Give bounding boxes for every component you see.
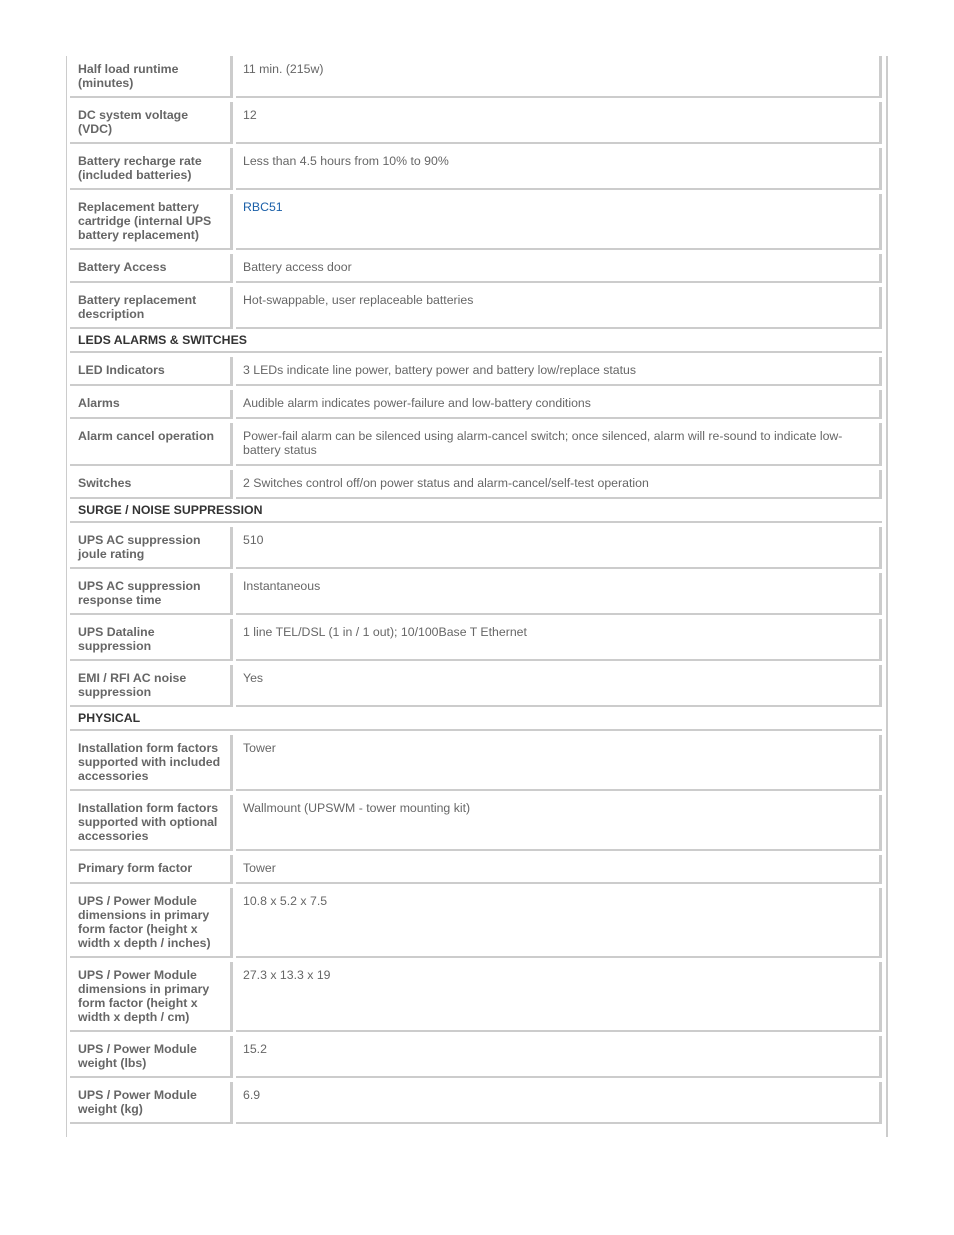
table-row: Installation form factors supported with…	[70, 735, 882, 791]
spec-label: Replacement battery cartridge (internal …	[70, 194, 233, 250]
spec-label: UPS / Power Module dimensions in primary…	[70, 962, 233, 1032]
table-row: DC system voltage (VDC) 12	[70, 102, 882, 144]
spec-label: UPS Dataline suppression	[70, 619, 233, 661]
section-heading: LEDS ALARMS & SWITCHES	[70, 332, 882, 353]
table-row: Half load runtime (minutes) 11 min. (215w…	[70, 56, 882, 98]
spec-value: 12	[236, 102, 882, 144]
spec-label: DC system voltage (VDC)	[70, 102, 233, 144]
spec-label: Half load runtime (minutes)	[70, 56, 233, 98]
spec-label: UPS / Power Module weight (kg)	[70, 1082, 233, 1124]
rbc-link[interactable]: RBC51	[243, 200, 283, 214]
table-row: UPS / Power Module dimensions in primary…	[70, 888, 882, 958]
table-row: UPS AC suppression joule rating 510	[70, 527, 882, 569]
spec-value: 510	[236, 527, 882, 569]
spec-label: UPS / Power Module weight (lbs)	[70, 1036, 233, 1078]
spec-label: Installation form factors supported with…	[70, 735, 233, 791]
table-row: Switches 2 Switches control off/on power …	[70, 470, 882, 499]
table-row: Battery recharge rate (included batterie…	[70, 148, 882, 190]
spec-label: UPS AC suppression response time	[70, 573, 233, 615]
spec-value: 1 line TEL/DSL (1 in / 1 out); 10/100Bas…	[236, 619, 882, 661]
spec-label: LED Indicators	[70, 357, 233, 386]
spec-value: Tower	[236, 855, 882, 884]
table-row: UPS Dataline suppression 1 line TEL/DSL (…	[70, 619, 882, 661]
table-row: Battery replacement description Hot-swapp…	[70, 287, 882, 329]
table-row: Alarms Audible alarm indicates power-fail…	[70, 390, 882, 419]
spec-value: 10.8 x 5.2 x 7.5	[236, 888, 882, 958]
spec-value: 2 Switches control off/on power status a…	[236, 470, 882, 499]
table-row: EMI / RFI AC noise suppression Yes	[70, 665, 882, 707]
spec-value: Hot-swappable, user replaceable batterie…	[236, 287, 882, 329]
spec-label: UPS AC suppression joule rating	[70, 527, 233, 569]
table-row: UPS / Power Module weight (kg) 6.9	[70, 1082, 882, 1124]
spec-value: 3 LEDs indicate line power, battery powe…	[236, 357, 882, 386]
table-row: Replacement battery cartridge (internal …	[70, 194, 882, 250]
spec-value: Yes	[236, 665, 882, 707]
spec-label: Installation form factors supported with…	[70, 795, 233, 851]
section-heading: SURGE / NOISE SUPPRESSION	[70, 502, 882, 523]
spec-value: 27.3 x 13.3 x 19	[236, 962, 882, 1032]
spec-value: Tower	[236, 735, 882, 791]
section-heading: PHYSICAL	[70, 710, 882, 731]
table-row: Alarm cancel operation Power-fail alarm c…	[70, 423, 882, 466]
table-row: UPS / Power Module weight (lbs) 15.2	[70, 1036, 882, 1078]
table-row: Installation form factors supported with…	[70, 795, 882, 851]
spec-label: UPS / Power Module dimensions in primary…	[70, 888, 233, 958]
spec-value: Wallmount (UPSWM - tower mounting kit)	[236, 795, 882, 851]
spec-label: EMI / RFI AC noise suppression	[70, 665, 233, 707]
spec-label: Alarm cancel operation	[70, 423, 233, 466]
spec-value: Instantaneous	[236, 573, 882, 615]
spec-value: Battery access door	[236, 254, 882, 283]
spec-value: Less than 4.5 hours from 10% to 90%	[236, 148, 882, 190]
spec-label: Battery recharge rate (included batterie…	[70, 148, 233, 190]
spec-value: RBC51	[236, 194, 882, 250]
spec-table: Half load runtime (minutes) 11 min. (215w…	[70, 56, 882, 1128]
spec-value: Power-fail alarm can be silenced using a…	[236, 423, 882, 466]
spec-label: Alarms	[70, 390, 233, 419]
table-row: Primary form factor Tower	[70, 855, 882, 884]
table-row: LED Indicators 3 LEDs indicate line power…	[70, 357, 882, 386]
spec-value: Audible alarm indicates power-failure an…	[236, 390, 882, 419]
table-row: Battery Access Battery access door	[70, 254, 882, 283]
spec-label: Battery Access	[70, 254, 233, 283]
spec-value: 15.2	[236, 1036, 882, 1078]
spec-label: Primary form factor	[70, 855, 233, 884]
spec-value: 6.9	[236, 1082, 882, 1124]
table-row: UPS AC suppression response time Instanta…	[70, 573, 882, 615]
spec-label: Switches	[70, 470, 233, 499]
table-row: UPS / Power Module dimensions in primary…	[70, 962, 882, 1032]
spec-value: 11 min. (215w)	[236, 56, 882, 98]
spec-label: Battery replacement description	[70, 287, 233, 329]
